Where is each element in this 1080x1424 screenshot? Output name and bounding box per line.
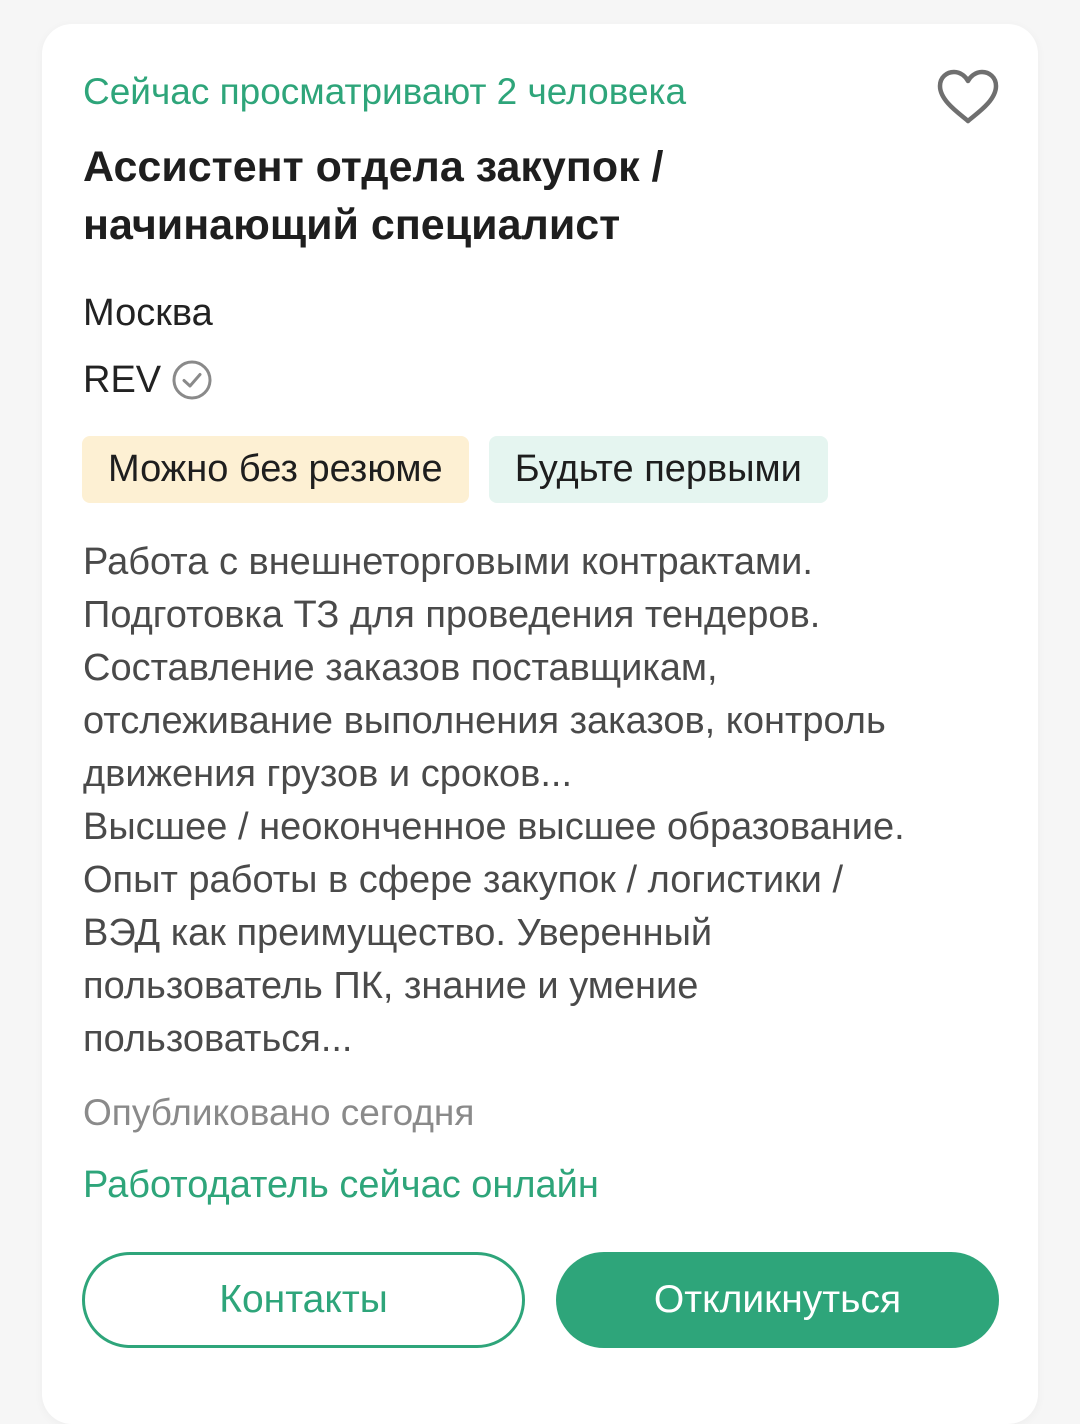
tag-be-first: Будьте первыми <box>488 436 828 503</box>
description-line: Опыт работы в сфере закупок / логистики … <box>83 859 844 901</box>
vacancy-tags: Можно без резюме Будьте первыми <box>82 436 828 503</box>
published-date: Опубликовано сегодня <box>83 1092 475 1133</box>
description-line: Подготовка ТЗ для проведения тендеров. <box>83 594 821 636</box>
employer-online-status: Работодатель сейчас онлайн <box>83 1164 599 1206</box>
heart-icon <box>937 69 999 124</box>
description-line: ВЭД как преимущество. Уверенный <box>83 912 713 954</box>
description-line: Высшее / неоконченное высшее образование… <box>83 806 905 848</box>
viewers-count-text: Сейчас просматривают 2 человека <box>83 71 687 112</box>
vacancy-title-line: Ассистент отдела закупок / <box>83 143 664 191</box>
vacancy-description: Работа с внешнеторговыми контрактами. По… <box>83 536 1003 1066</box>
check-circle-icon <box>172 360 212 400</box>
description-line: пользователь ПК, знание и умение <box>83 965 699 1007</box>
description-line: движения грузов и сроков... <box>83 753 573 795</box>
description-line: Работа с внешнеторговыми контрактами. <box>83 541 813 583</box>
vacancy-title-line: начинающий специалист <box>83 201 621 249</box>
contacts-button[interactable]: Контакты <box>82 1252 525 1348</box>
favorite-button[interactable] <box>936 68 1000 126</box>
description-line: пользоваться... <box>83 1018 353 1060</box>
description-line: отслеживание выполнения заказов, контрол… <box>83 700 886 742</box>
description-line: Составление заказов поставщикам, <box>83 647 718 689</box>
vacancy-city: Москва <box>83 292 213 334</box>
vacancy-title[interactable]: Ассистент отдела закупок / начинающий сп… <box>83 138 843 254</box>
vacancy-card[interactable]: Сейчас просматривают 2 человека Ассистен… <box>42 24 1038 1424</box>
tag-no-resume: Можно без резюме <box>82 436 469 503</box>
company-name: REV <box>83 358 162 401</box>
respond-button[interactable]: Откликнуться <box>556 1252 999 1348</box>
company-link[interactable]: REV <box>83 356 213 404</box>
